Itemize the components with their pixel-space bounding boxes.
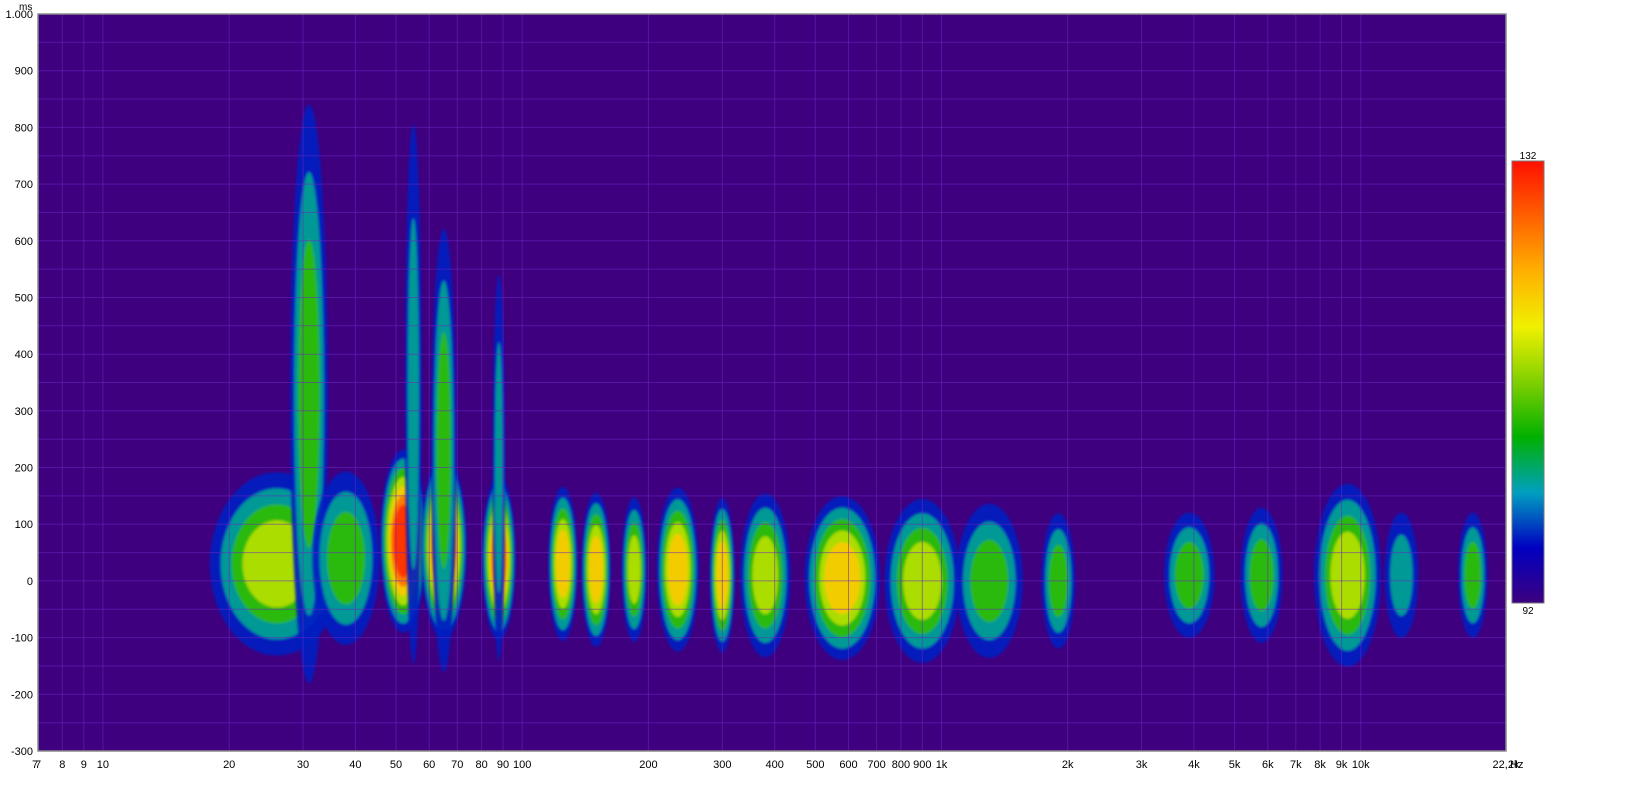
y-tick-label: 300 — [15, 406, 33, 418]
x-tick-label: 9 — [81, 759, 87, 771]
heat-blob — [656, 487, 699, 652]
x-tick-label-extra: 7 — [32, 759, 38, 771]
x-tick-label: 7k — [1290, 759, 1302, 771]
x-tick-label: 8k — [1314, 759, 1326, 771]
y-axis-ticks: 1.0009008007006005004003002001000-100-20… — [5, 9, 33, 758]
heat-blob — [804, 496, 880, 660]
x-tick-label: 20 — [223, 759, 235, 771]
x-tick-label: 10 — [97, 759, 109, 771]
x-tick-label: 400 — [766, 759, 784, 771]
colorbar: 132 92 — [1511, 151, 1545, 617]
colorbar-max-label: 132 — [1520, 151, 1537, 162]
heat-blob — [1314, 483, 1382, 667]
y-tick-label: 800 — [15, 122, 33, 134]
x-tick-label: 1k — [936, 759, 948, 771]
y-tick-label: 600 — [15, 236, 33, 248]
x-tick-label: 600 — [839, 759, 857, 771]
x-axis-ticks: 7 8 9 10 20 30 40 50 60 70 80 90 100 200 300 400 500 600 7… — [35, 759, 1520, 771]
x-tick-label: 60 — [423, 759, 435, 771]
x-tick-label: 2k — [1062, 759, 1074, 771]
y-tick-label: -300 — [11, 746, 33, 758]
x-tick-label: 8 — [59, 759, 65, 771]
x-tick-label: 100 — [513, 759, 531, 771]
x-tick-label: 10k — [1352, 759, 1370, 771]
heat-blob — [1384, 512, 1419, 638]
heat-contour — [589, 535, 604, 604]
x-tick-label: 500 — [806, 759, 824, 771]
heat-contour — [1330, 531, 1365, 619]
x-tick-label: 300 — [713, 759, 731, 771]
heat-contour — [667, 533, 688, 606]
colorbar-gradient — [1511, 160, 1545, 604]
x-tick-label: 5k — [1229, 759, 1241, 771]
x-tick-label: 6k — [1262, 759, 1274, 771]
y-tick-label: -200 — [11, 689, 33, 701]
heat-blob — [1164, 512, 1215, 638]
x-tick-label: 30 — [297, 759, 309, 771]
y-axis-unit: ms — [19, 2, 32, 13]
x-tick-label: 700 — [867, 759, 885, 771]
x-axis-unit: Hz — [1510, 759, 1523, 771]
y-tick-label: 400 — [15, 349, 33, 361]
y-tick-label: -100 — [11, 633, 33, 645]
y-tick-label: 700 — [15, 179, 33, 191]
heat-blob — [312, 471, 380, 645]
heat-contour — [555, 530, 570, 598]
colorbar-min-label: 92 — [1522, 606, 1534, 617]
heat-contour — [436, 332, 451, 569]
heat-blob — [548, 486, 578, 641]
heat-blob — [431, 228, 457, 673]
heat-contour — [407, 218, 420, 570]
x-tick-label: 90 — [497, 759, 509, 771]
y-tick-label: 900 — [15, 66, 33, 78]
waterfall-chart: 7 8 9 10 20 30 40 50 60 70 80 90 100 200 300 400 500 600 7… — [5, 2, 1545, 771]
heat-contour — [327, 511, 365, 605]
heat-contour — [1175, 541, 1204, 609]
x-tick-label: 3k — [1136, 759, 1148, 771]
heat-contour — [298, 239, 320, 549]
y-tick-label: 100 — [15, 519, 33, 531]
x-tick-label: 80 — [475, 759, 487, 771]
heat-blob — [1240, 507, 1283, 643]
heat-blob — [1458, 512, 1488, 638]
heat-contour — [1464, 541, 1482, 609]
heat-contour — [627, 535, 641, 604]
x-tick-label: 9k — [1336, 759, 1348, 771]
x-tick-label: 900 — [913, 759, 931, 771]
heat-contour — [1249, 539, 1274, 612]
x-tick-label: 4k — [1188, 759, 1200, 771]
x-tick-label: 70 — [451, 759, 463, 771]
heat-blob — [740, 493, 791, 658]
heat-blob — [581, 492, 611, 647]
x-tick-label: 40 — [349, 759, 361, 771]
heat-contour — [1390, 534, 1413, 616]
heat-blob — [621, 497, 647, 642]
y-tick-label: 200 — [15, 463, 33, 475]
x-tick-label: 800 — [892, 759, 910, 771]
heat-blob — [405, 123, 422, 664]
y-tick-label: 500 — [15, 293, 33, 305]
y-tick-label: 0 — [27, 576, 33, 588]
x-tick-label: 200 — [639, 759, 657, 771]
x-tick-label: 50 — [390, 759, 402, 771]
